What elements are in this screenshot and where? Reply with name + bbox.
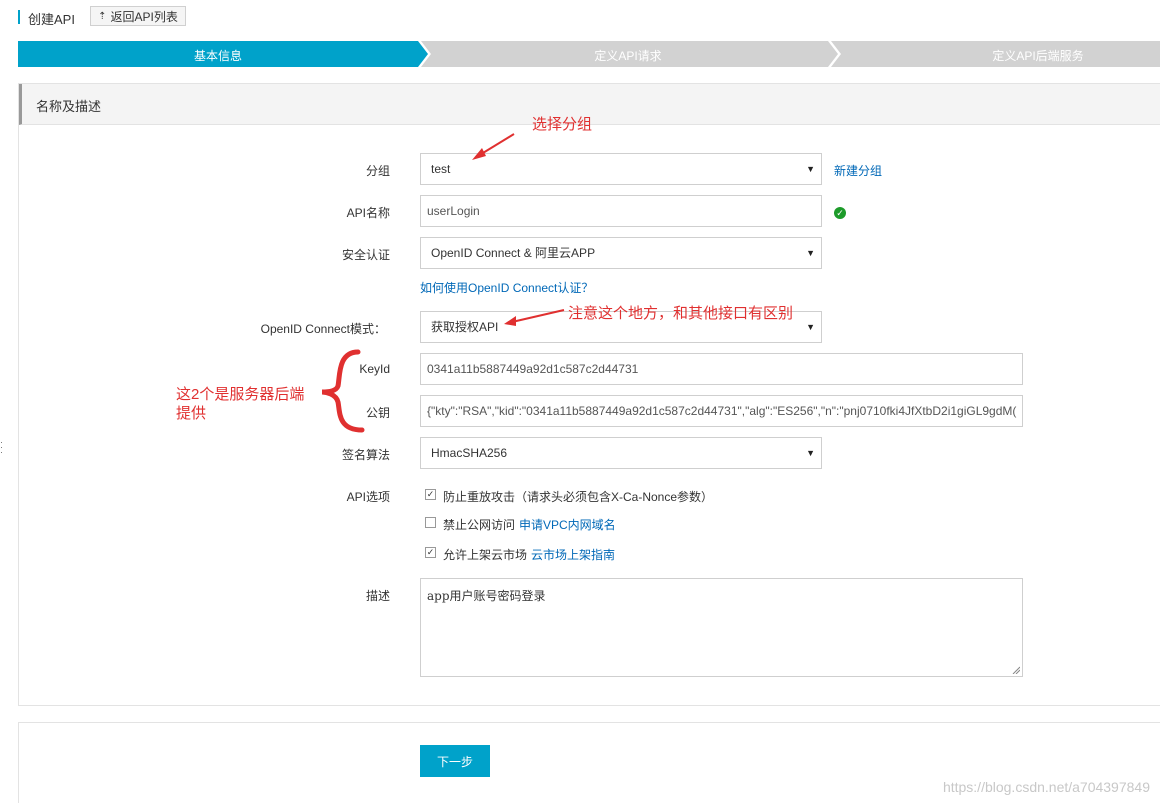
back-to-api-list-button[interactable]: ⇡ 返回API列表 <box>90 6 186 26</box>
description-textarea[interactable]: app用户账号密码登录 <box>420 578 1023 677</box>
auth-select-value: OpenID Connect & 阿里云APP <box>431 246 596 260</box>
sign-algo-select[interactable]: HmacSHA256 ▼ <box>420 437 822 469</box>
sign-algo-value: HmacSHA256 <box>431 446 508 460</box>
caret-down-icon: ▼ <box>806 448 815 458</box>
next-step-button[interactable]: 下一步 <box>420 745 490 777</box>
block-public-checkbox[interactable] <box>425 517 436 528</box>
step-define-request[interactable]: 定义API请求 <box>423 47 833 64</box>
key-id-input[interactable]: 0341a11b5887449a92d1c587c2d44731 <box>420 353 1023 385</box>
annotation-note-diff: 注意这个地方，和其他接口有区别 <box>568 305 794 322</box>
public-key-input[interactable]: {"kty":"RSA","kid":"0341a11b5887449a92d1… <box>420 395 1023 427</box>
apply-vpc-domain-link[interactable]: 申请VPC内网域名 <box>519 516 616 533</box>
auth-label: 安全认证 <box>341 248 390 262</box>
caret-down-icon: ▼ <box>806 248 815 258</box>
auth-select[interactable]: OpenID Connect & 阿里云APP ▼ <box>420 237 822 269</box>
resize-handle-icon[interactable] <box>1012 666 1020 674</box>
annotation-server-2: 提供 <box>176 405 207 422</box>
step-progress: 基本信息 定义API请求 定义API后端服务 <box>18 41 1160 67</box>
oidc-help-link[interactable]: 如何使用OpenID Connect认证？ <box>420 279 593 296</box>
market-listing-label: 允许上架云市场 <box>443 548 528 562</box>
block-public-label: 禁止公网访问 <box>443 518 516 532</box>
back-button-label: 返回API列表 <box>110 9 178 24</box>
description-value: app用户账号密码登录 <box>427 589 546 603</box>
market-guide-link[interactable]: 云市场上架指南 <box>531 546 615 563</box>
header-accent-bar <box>18 10 20 24</box>
oidc-mode-value: 获取授权API <box>431 320 499 334</box>
group-select-value: test <box>431 162 451 176</box>
panel-title: 名称及描述 <box>36 99 102 114</box>
watermark: https://blog.csdn.net/a704397849 <box>942 779 1150 795</box>
annotation-brace <box>321 349 365 433</box>
api-options-label: API选项 <box>346 490 390 504</box>
step-basic-info[interactable]: 基本信息 <box>18 47 418 64</box>
api-name-label: API名称 <box>346 206 390 220</box>
annotation-arrow-1 <box>472 133 515 160</box>
annotation-arrow-2 <box>504 309 565 326</box>
annotation-server-1: 这2个是服务器后端 <box>176 386 305 403</box>
side-handle-icon[interactable]: · · · <box>0 438 3 457</box>
description-label: 描述 <box>365 589 390 603</box>
oidc-mode-label: OpenID Connect模式： <box>260 322 386 336</box>
caret-down-icon: ▼ <box>806 322 815 332</box>
api-name-input[interactable]: userLogin <box>420 195 822 227</box>
caret-down-icon: ▼ <box>806 164 815 174</box>
market-listing-checkbox[interactable]: ✓ <box>425 547 436 558</box>
replay-protection-label: 防止重放攻击（请求头必须包含X-Ca-Nonce参数） <box>443 490 714 504</box>
upload-arrow-icon: ⇡ <box>98 10 107 22</box>
sign-algo-label: 签名算法 <box>341 448 390 462</box>
new-group-link[interactable]: 新建分组 <box>834 162 882 179</box>
group-label: 分组 <box>365 164 390 178</box>
annotation-select-group: 选择分组 <box>532 116 593 133</box>
replay-protection-checkbox[interactable]: ✓ <box>425 489 436 500</box>
check-circle-icon: ✓ <box>834 207 846 219</box>
page-title: 创建API <box>28 12 75 27</box>
step-define-backend[interactable]: 定义API后端服务 <box>833 47 1160 64</box>
